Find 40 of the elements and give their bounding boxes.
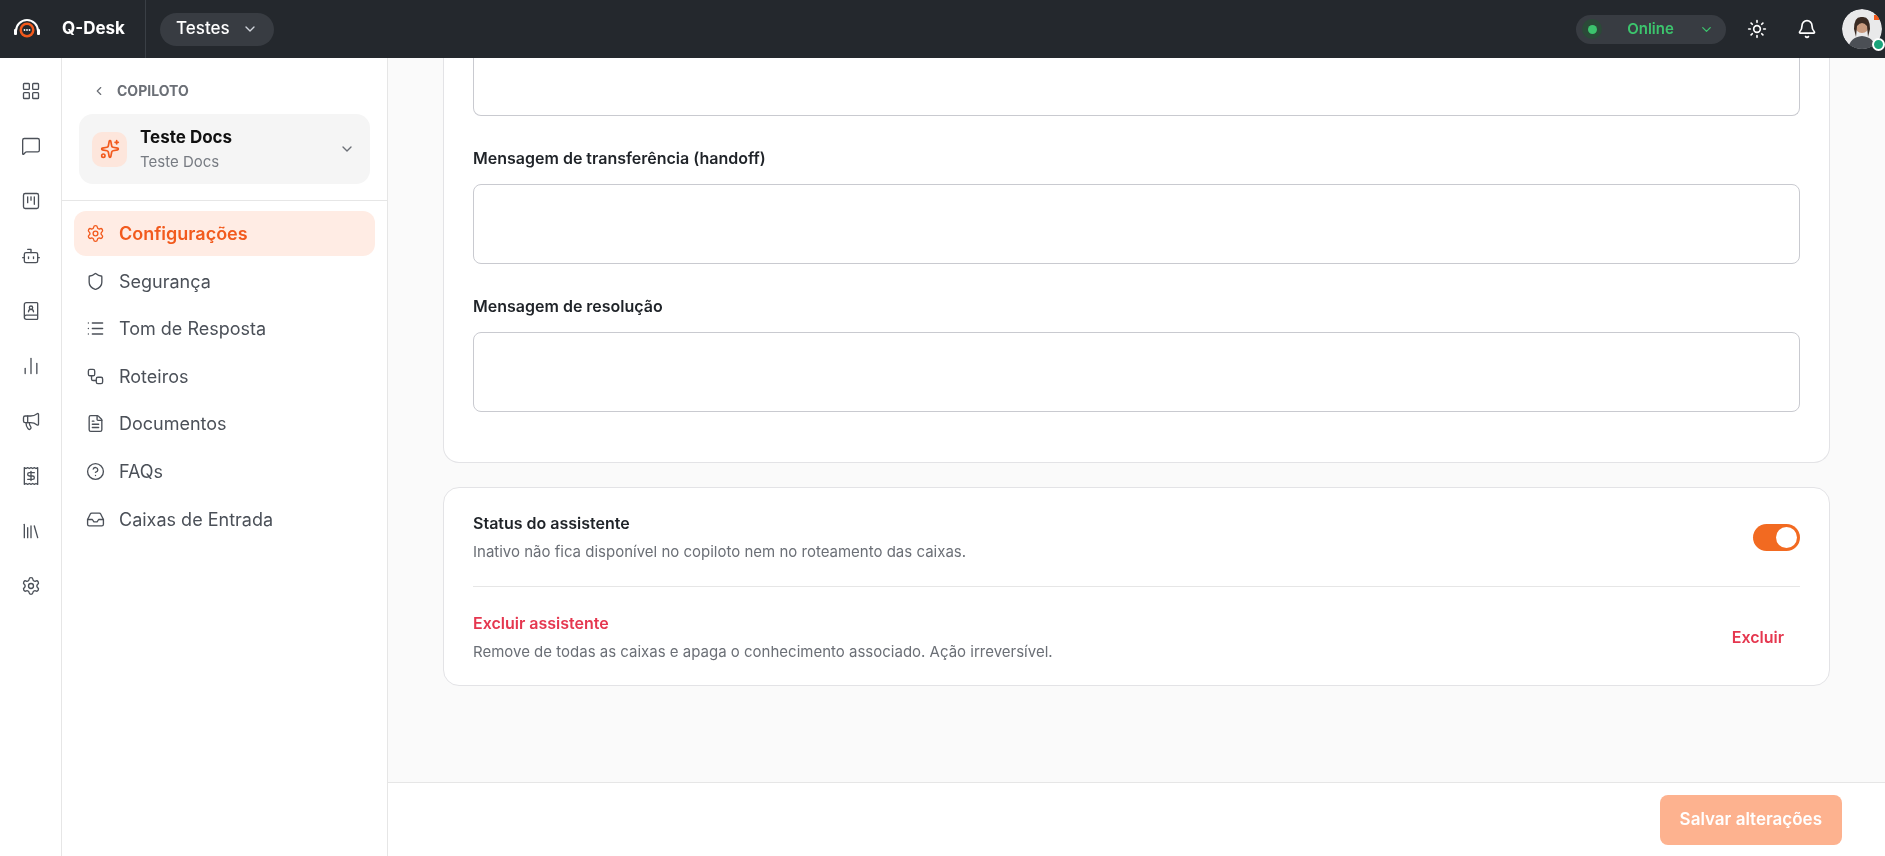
input-field[interactable] bbox=[473, 332, 1800, 412]
megaphone-icon[interactable] bbox=[20, 411, 41, 431]
status-description: Inativo não fica disponível no copiloto nem no roteamento das caixas. bbox=[473, 541, 968, 563]
delete-description: Remove de todas as caixas e apaga o conhecimento associado. Ação irreversível. bbox=[473, 640, 1054, 663]
sparkles-icon bbox=[92, 131, 127, 167]
nav-item[interactable]: Tom de Resposta bbox=[74, 306, 375, 352]
delete-button[interactable]: Excluir bbox=[1731, 624, 1784, 649]
delete-title: Excluir assistente bbox=[473, 611, 610, 635]
input-field[interactable] bbox=[473, 58, 1800, 116]
grid-icon[interactable] bbox=[20, 81, 41, 101]
input-field[interactable] bbox=[473, 184, 1800, 264]
presence-selector[interactable]: Online bbox=[1576, 14, 1726, 44]
back-link[interactable]: COPILOTO bbox=[92, 80, 189, 101]
assistant-selector[interactable]: Teste Docs Teste Docs bbox=[79, 114, 370, 184]
workspace-selector[interactable]: Testes bbox=[160, 12, 274, 46]
nav-item[interactable]: Roteiros bbox=[74, 353, 375, 399]
theme-icon[interactable] bbox=[1747, 19, 1767, 39]
nav-item[interactable]: Caixas de Entrada bbox=[74, 496, 375, 542]
board-icon[interactable] bbox=[20, 191, 41, 211]
settings-icon[interactable] bbox=[20, 576, 41, 596]
assistant-subtitle: Teste Docs bbox=[140, 150, 221, 173]
shield-icon bbox=[86, 271, 105, 291]
status-toggle[interactable] bbox=[1753, 523, 1800, 551]
online-badge-icon bbox=[1872, 38, 1885, 51]
help-icon bbox=[86, 461, 105, 481]
status-title: Status do assistente bbox=[473, 512, 631, 535]
field-label: Mensagem de transferência (handoff) bbox=[473, 147, 767, 170]
inbox-icon bbox=[86, 509, 105, 529]
nav-item[interactable]: Documentos bbox=[74, 401, 375, 447]
chat-icon[interactable] bbox=[20, 136, 41, 156]
nav-item[interactable]: FAQs bbox=[74, 448, 375, 494]
app-name: Q-Desk bbox=[62, 17, 125, 41]
notifications-icon[interactable] bbox=[1797, 19, 1817, 39]
assistant-name: Teste Docs bbox=[140, 126, 234, 149]
field-label: Mensagem de resolução bbox=[473, 295, 664, 318]
settings-icon bbox=[86, 224, 105, 243]
workflow-icon bbox=[86, 366, 105, 386]
nav-item[interactable]: Segurança bbox=[74, 258, 375, 304]
robot-icon[interactable] bbox=[20, 246, 41, 266]
document-icon bbox=[86, 414, 105, 434]
